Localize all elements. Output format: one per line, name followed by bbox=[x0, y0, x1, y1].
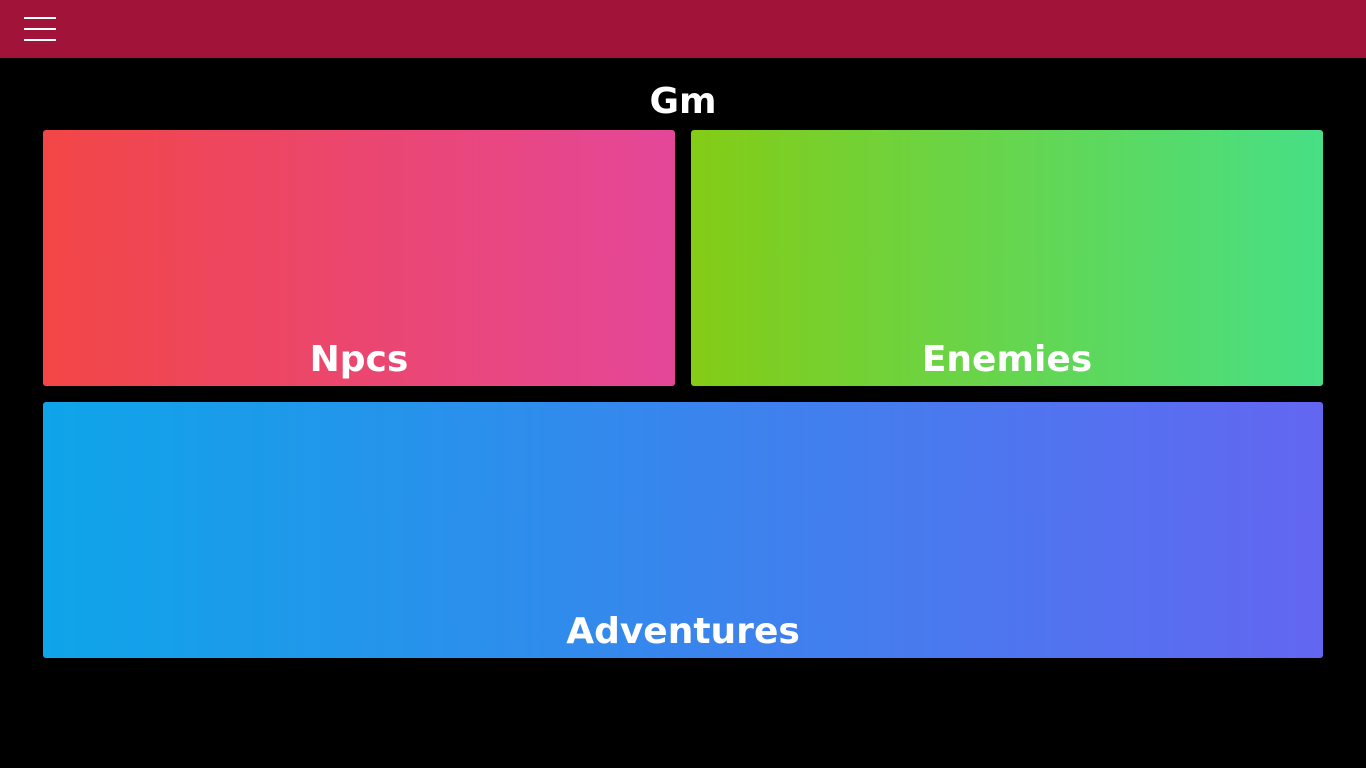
top-navigation-bar bbox=[0, 0, 1366, 58]
npcs-tile-label: Npcs bbox=[309, 339, 409, 380]
page-title: Gm bbox=[649, 81, 717, 122]
menu-line bbox=[24, 17, 56, 19]
adventures-tile[interactable]: Adventures bbox=[43, 402, 1323, 658]
menu-line bbox=[24, 28, 56, 30]
enemies-tile[interactable]: Enemies bbox=[691, 130, 1323, 386]
enemies-tile-label: Enemies bbox=[921, 339, 1093, 380]
menu-line bbox=[24, 39, 56, 41]
npcs-tile[interactable]: Npcs bbox=[43, 130, 675, 386]
adventures-tile-label: Adventures bbox=[566, 611, 800, 652]
hamburger-menu-icon[interactable] bbox=[24, 17, 56, 41]
